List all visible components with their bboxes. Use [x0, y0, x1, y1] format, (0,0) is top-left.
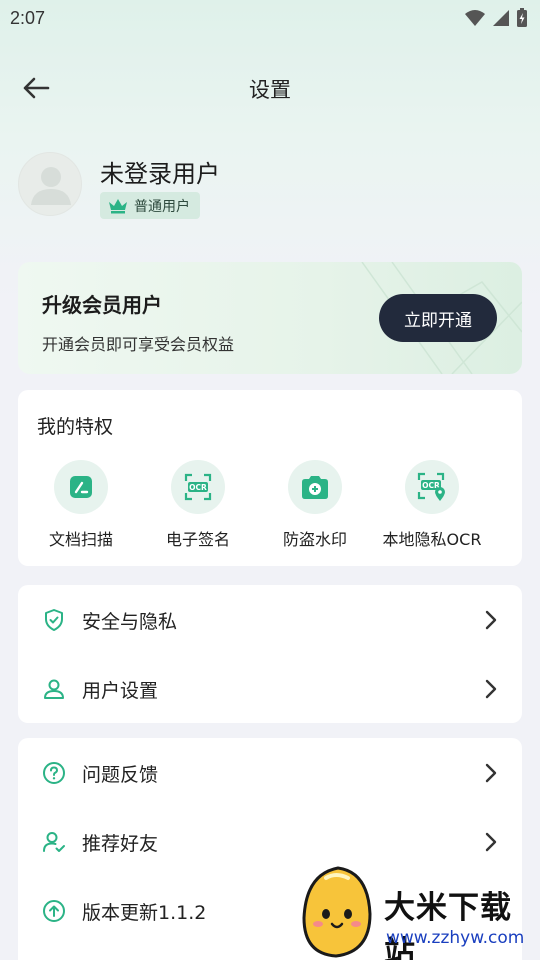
settings-menu-group-1: 安全与隐私 用户设置: [18, 585, 522, 723]
wifi-icon: [465, 10, 485, 26]
shield-check-icon: [45, 609, 63, 631]
status-time: 2:07: [10, 7, 46, 28]
default-avatar-icon: [31, 167, 71, 205]
menu-item-label: 问题反馈: [82, 764, 159, 786]
question-icon: [43, 762, 65, 784]
privilege-local-ocr[interactable]: OCR 本地隐私OCR: [369, 460, 495, 560]
user-level-label: 普通用户: [134, 198, 190, 215]
watermark-text: 大米下载站: [384, 890, 512, 960]
profile-section[interactable]: 未登录用户 普通用户: [18, 152, 518, 222]
menu-item-feedback[interactable]: 问题反馈: [18, 738, 522, 807]
chevron-right-icon: [485, 832, 497, 852]
menu-item-label: 用户设置: [82, 680, 159, 702]
user-icon: [44, 679, 64, 699]
menu-item-user-settings[interactable]: 用户设置: [18, 654, 522, 723]
privileges-title: 我的特权: [37, 416, 114, 438]
chevron-right-icon: [485, 763, 497, 783]
vip-subtitle: 开通会员即可享受会员权益: [42, 335, 235, 354]
svg-text:OCR: OCR: [189, 483, 207, 492]
crown-icon: [109, 198, 127, 213]
signal-icon: [493, 10, 509, 26]
watermark-url: www.zzhyw.com: [386, 928, 525, 948]
page-title: 设置: [249, 78, 291, 102]
open-vip-button[interactable]: 立即开通: [379, 294, 497, 342]
chevron-right-icon: [485, 610, 497, 630]
menu-item-label: 推荐好友: [82, 833, 159, 855]
rice-mascot-logo: [302, 866, 372, 958]
battery-icon: [517, 8, 527, 27]
privilege-e-signature[interactable]: OCR 电子签名: [135, 460, 261, 560]
privilege-label: 本地隐私OCR: [382, 530, 482, 549]
status-bar: 2:07: [0, 0, 540, 36]
document-scan-icon: [54, 460, 108, 514]
camera-plus-icon: [288, 460, 342, 514]
menu-item-label: 安全与隐私: [82, 611, 178, 633]
privileges-list: 文档扫描 OCR 电子签名 防盗水印 OCR 本地隐私OCR: [18, 460, 522, 560]
nav-bar: 设置: [0, 60, 540, 116]
privilege-label: 电子签名: [165, 530, 230, 549]
chevron-right-icon: [485, 679, 497, 699]
privileges-card: 我的特权 文档扫描 OCR 电子签名 防盗水印 OCR 本地隐私OCR: [18, 390, 522, 566]
user-name: 未登录用户: [100, 160, 220, 188]
avatar[interactable]: [18, 152, 82, 216]
user-check-icon: [43, 832, 65, 852]
ocr-location-icon: OCR: [405, 460, 459, 514]
menu-item-label: 版本更新1.1.2: [82, 902, 207, 924]
site-watermark: 大米下载站 www.zzhyw.com: [292, 862, 540, 960]
status-icons: [464, 8, 528, 28]
vip-upgrade-card: 升级会员用户 开通会员即可享受会员权益 立即开通: [18, 262, 522, 374]
privilege-document-scan[interactable]: 文档扫描: [18, 460, 144, 560]
privilege-watermark[interactable]: 防盗水印: [252, 460, 378, 560]
vip-title: 升级会员用户: [42, 293, 162, 317]
privilege-label: 文档扫描: [48, 530, 113, 549]
user-level-badge: 普通用户: [100, 192, 200, 219]
privilege-label: 防盗水印: [282, 530, 347, 549]
menu-item-security-privacy[interactable]: 安全与隐私: [18, 585, 522, 654]
ocr-icon: OCR: [171, 460, 225, 514]
upload-icon: [43, 900, 65, 922]
